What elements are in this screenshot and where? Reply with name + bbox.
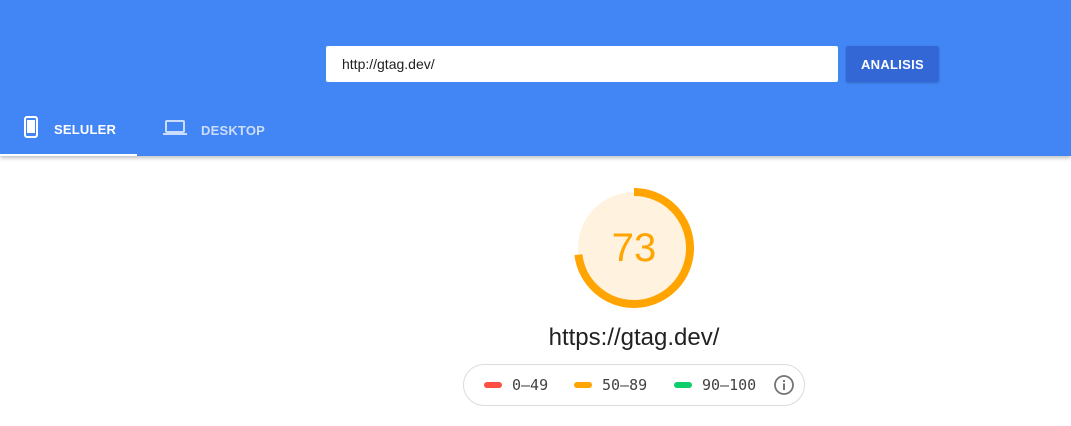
tab-mobile-label: SELULER xyxy=(54,121,117,137)
performance-score: 73 xyxy=(611,226,657,270)
laptop-icon xyxy=(163,119,187,142)
score-legend: 0–49 50–89 90–100 xyxy=(463,364,805,406)
header-bar: ANALISIS SELULER DESKTOP xyxy=(0,0,1071,156)
tab-mobile[interactable]: SELULER xyxy=(0,104,137,156)
analyze-button[interactable]: ANALISIS xyxy=(846,46,939,82)
legend-label-average: 50–89 xyxy=(602,376,648,394)
tab-desktop-label: DESKTOP xyxy=(201,122,266,138)
legend-item-pass: 90–100 xyxy=(674,365,756,405)
analyzed-url: https://gtag.dev/ xyxy=(548,324,720,351)
legend-item-fail: 0–49 xyxy=(484,365,548,405)
tab-desktop[interactable]: DESKTOP xyxy=(137,104,287,156)
legend-bar-average xyxy=(574,382,592,388)
info-icon[interactable] xyxy=(773,374,795,396)
legend-label-pass: 90–100 xyxy=(702,376,757,394)
legend-label-fail: 0–49 xyxy=(512,376,549,394)
smartphone-icon xyxy=(22,115,40,143)
legend-item-average: 50–89 xyxy=(574,365,647,405)
legend-bar-fail xyxy=(484,382,502,388)
url-input[interactable] xyxy=(326,46,838,82)
legend-bar-pass xyxy=(674,382,692,388)
